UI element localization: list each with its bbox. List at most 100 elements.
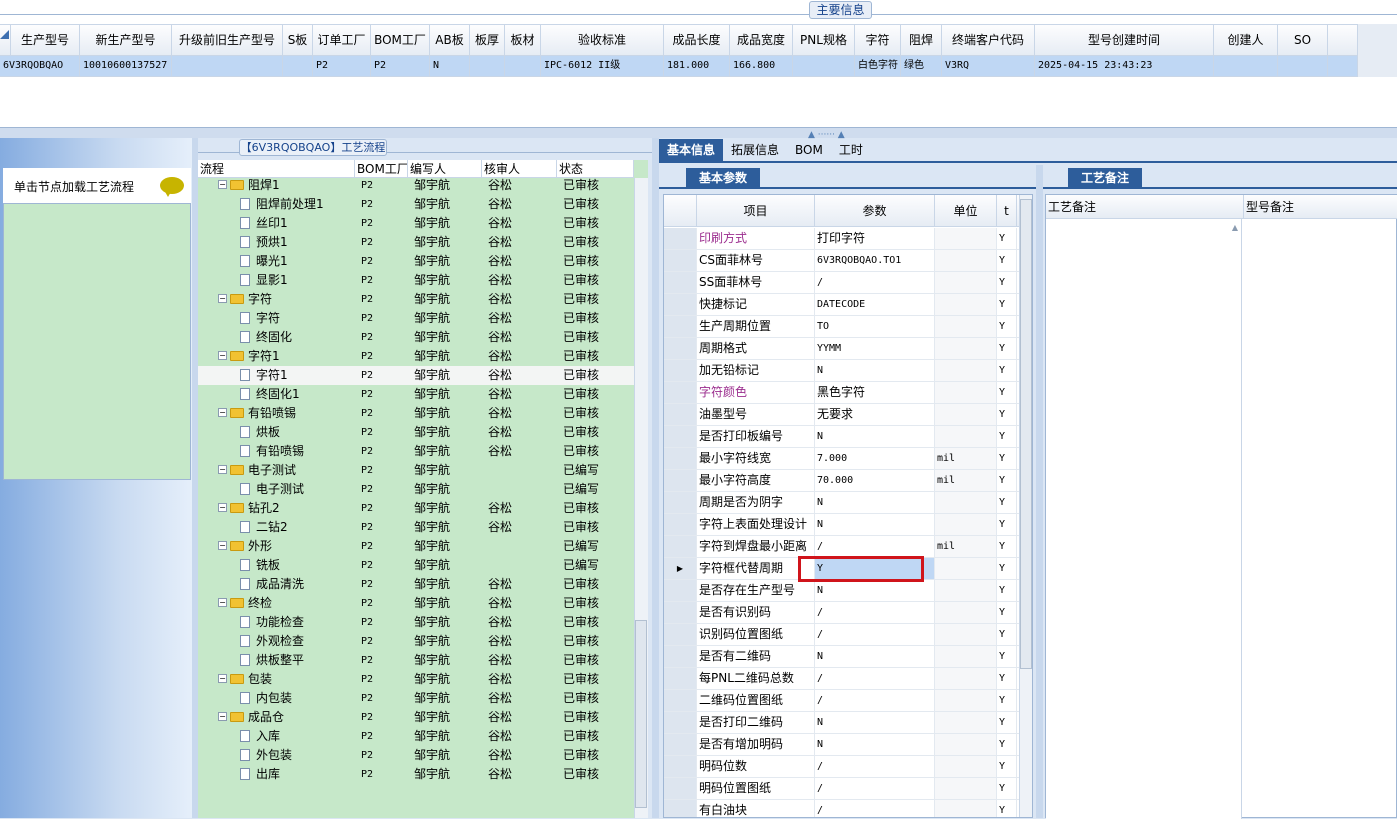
collapse-icon[interactable]: − [218,465,227,474]
process-node[interactable]: 阻焊前处理1 [198,195,355,214]
process-node[interactable]: − 终检 [198,594,355,613]
process-node[interactable]: − 阻焊1 [198,176,355,195]
process-row[interactable]: − 成品仓 P2 邹宇航 谷松 已审核 [198,708,634,727]
process-node[interactable]: 功能检查 [198,613,355,632]
param-value[interactable]: 无要求 [815,404,935,425]
main-info-col-header[interactable]: 创建人 [1214,25,1278,55]
process-node[interactable]: 成品清洗 [198,575,355,594]
process-node[interactable]: − 外形 [198,537,355,556]
process-row[interactable]: − 外形 P2 邹宇航 已编写 [198,537,634,556]
params-row[interactable]: 每PNL二维码总数 / Y [664,668,1020,690]
vertical-splitter-middle[interactable] [652,138,659,818]
tab-craft-notes[interactable]: 工艺备注 [1068,168,1142,189]
process-node[interactable]: 烘板整平 [198,651,355,670]
param-value[interactable]: / [815,800,935,817]
tab-basic[interactable]: 基本信息 [659,139,724,161]
process-node[interactable]: 烘板 [198,423,355,442]
process-row[interactable]: − 阻焊1 P2 邹宇航 谷松 已审核 [198,176,634,195]
collapse-icon[interactable]: − [218,294,227,303]
collapse-icon[interactable]: − [218,598,227,607]
main-info-col-header[interactable]: S板 [283,25,313,55]
tab-basic-params[interactable]: 基本参数 [686,168,760,189]
params-row[interactable]: 明码位数 / Y [664,756,1020,778]
process-node[interactable]: − 成品仓 [198,708,355,727]
main-info-col-header[interactable]: 阻焊 [901,25,942,55]
param-value[interactable]: / [815,272,935,293]
process-row[interactable]: 外观检查 P2 邹宇航 谷松 已审核 [198,632,634,651]
process-row[interactable]: 有铅喷锡 P2 邹宇航 谷松 已审核 [198,442,634,461]
params-row[interactable]: 生产周期位置 TO Y [664,316,1020,338]
params-row[interactable]: 是否存在生产型号 N Y [664,580,1020,602]
params-col-header[interactable]: t [997,195,1017,226]
notes-col-header[interactable]: 工艺备注 [1046,195,1244,218]
process-row[interactable]: 烘板 P2 邹宇航 谷松 已审核 [198,423,634,442]
main-info-col-header[interactable]: SO [1278,25,1328,55]
process-row[interactable]: 功能检查 P2 邹宇航 谷松 已审核 [198,613,634,632]
main-info-col-header[interactable]: 字符 [855,25,901,55]
param-value[interactable]: N [815,580,935,601]
params-row[interactable]: 油墨型号 无要求 Y [664,404,1020,426]
process-row[interactable]: − 终检 P2 邹宇航 谷松 已审核 [198,594,634,613]
params-row[interactable]: 是否打印二维码 N Y [664,712,1020,734]
param-value[interactable]: N [815,734,935,755]
params-row[interactable]: 是否打印板编号 N Y [664,426,1020,448]
main-info-col-header[interactable]: 型号创建时间 [1035,25,1214,55]
collapse-icon[interactable]: − [218,674,227,683]
process-row[interactable]: 烘板整平 P2 邹宇航 谷松 已审核 [198,651,634,670]
notes-col-craft[interactable] [1046,219,1242,819]
params-row[interactable]: 字符颜色 黑色字符 Y [664,382,1020,404]
process-node[interactable]: − 字符 [198,290,355,309]
process-node[interactable]: 铣板 [198,556,355,575]
process-node[interactable]: 字符1 [198,366,355,385]
collapse-icon[interactable]: − [218,408,227,417]
param-value[interactable]: DATECODE [815,294,935,315]
process-row[interactable]: 终固化1 P2 邹宇航 谷松 已审核 [198,385,634,404]
collapse-icon[interactable]: − [218,351,227,360]
process-row[interactable]: 成品清洗 P2 邹宇航 谷松 已审核 [198,575,634,594]
param-value[interactable]: 打印字符 [815,228,935,249]
collapse-icon[interactable]: − [218,541,227,550]
params-row[interactable]: 有白油块 / Y [664,800,1020,817]
params-row[interactable]: CS面菲林号 6V3RQOBQAO.TO1 Y [664,250,1020,272]
process-row[interactable]: 显影1 P2 邹宇航 谷松 已审核 [198,271,634,290]
process-row[interactable]: 入库 P2 邹宇航 谷松 已审核 [198,727,634,746]
process-node[interactable]: 外包装 [198,746,355,765]
process-col-header[interactable]: 编写人 [408,160,482,177]
main-info-col-header[interactable]: 终端客户代码 [942,25,1035,55]
param-value[interactable]: 6V3RQOBQAO.TO1 [815,250,935,271]
notes-scroll-up-icon[interactable]: ▲ [1229,223,1241,237]
process-row[interactable]: 预烘1 P2 邹宇航 谷松 已审核 [198,233,634,252]
param-value[interactable]: N [815,514,935,535]
process-row[interactable]: 曝光1 P2 邹宇航 谷松 已审核 [198,252,634,271]
process-row[interactable]: − 字符1 P2 邹宇航 谷松 已审核 [198,347,634,366]
main-info-col-header[interactable]: 板材 [505,25,541,55]
process-row[interactable]: 二钻2 P2 邹宇航 谷松 已审核 [198,518,634,537]
process-row[interactable]: 铣板 P2 邹宇航 已编写 [198,556,634,575]
params-row[interactable]: 字符到焊盘最小距离 / mil Y [664,536,1020,558]
process-col-header[interactable]: 流程 [198,160,355,177]
main-info-col-header[interactable]: 成品长度 [664,25,730,55]
params-row[interactable]: 加无铅标记 N Y [664,360,1020,382]
tab-hours[interactable]: 工时 [831,139,871,161]
param-value[interactable]: TO [815,316,935,337]
process-node[interactable]: 二钻2 [198,518,355,537]
vertical-splitter-right[interactable] [1036,165,1043,818]
tab-bom[interactable]: BOM [787,139,831,161]
process-row[interactable]: − 包装 P2 邹宇航 谷松 已审核 [198,670,634,689]
process-node[interactable]: 终固化1 [198,385,355,404]
main-info-col-header[interactable]: 板厚 [470,25,505,55]
params-col-header[interactable]: 单位 [935,195,997,226]
params-row[interactable]: 字符上表面处理设计 N Y [664,514,1020,536]
main-info-col-header[interactable]: 新生产型号 [80,25,172,55]
param-value[interactable]: / [815,624,935,645]
params-col-header[interactable]: 参数 [815,195,935,226]
param-value[interactable]: / [815,756,935,777]
process-node[interactable]: 显影1 [198,271,355,290]
process-node[interactable]: − 包装 [198,670,355,689]
process-row[interactable]: 出库 P2 邹宇航 谷松 已审核 [198,765,634,784]
main-info-col-header[interactable]: 验收标准 [541,25,664,55]
process-col-header[interactable]: 核审人 [482,160,557,177]
process-row[interactable]: 电子测试 P2 邹宇航 已编写 [198,480,634,499]
process-row[interactable]: 终固化 P2 邹宇航 谷松 已审核 [198,328,634,347]
process-node[interactable]: 曝光1 [198,252,355,271]
